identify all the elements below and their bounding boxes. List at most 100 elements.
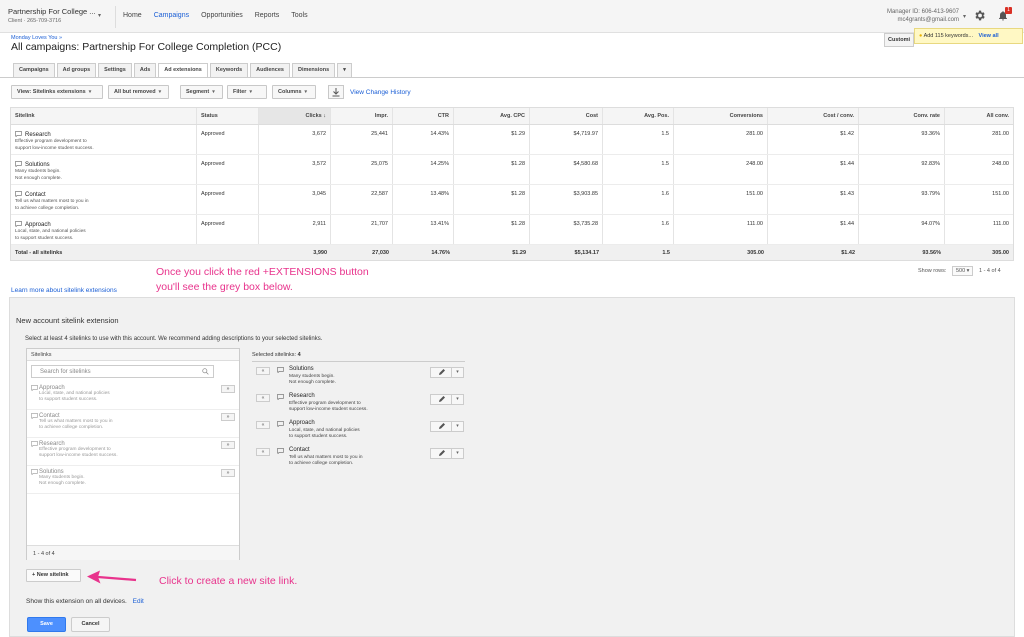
nav-campaigns[interactable]: Campaigns [154, 12, 189, 19]
cpc-cell: $1.28 [454, 185, 530, 214]
col-avg-cpc[interactable]: Avg. CPC [454, 108, 530, 124]
selected-item: « Contact Tell us what matters most to y… [256, 445, 466, 471]
tab-keywords[interactable]: Keywords [209, 63, 249, 77]
sitelink-desc: to support student success. [39, 397, 98, 402]
status-filter-dropdown[interactable]: All but removed ▾ [108, 85, 169, 99]
selected-divider [252, 361, 465, 362]
customize-button[interactable]: Customi [884, 33, 914, 47]
col-cost-per-conv[interactable]: Cost / conv. [768, 108, 859, 124]
pos-cell: 1.6 [603, 185, 674, 214]
account-switcher[interactable]: Partnership For College ... Client · 265… [8, 7, 96, 24]
download-button[interactable] [328, 85, 344, 99]
add-sitelink-button[interactable]: » [221, 385, 235, 393]
list-item: Approach Local, state, and national poli… [27, 382, 239, 410]
col-clicks[interactable]: Clicks ↓ [259, 108, 331, 124]
cost-conv-cell: $1.44 [768, 215, 859, 244]
tab-dimensions[interactable]: Dimensions [291, 63, 336, 77]
rows-per-page-select[interactable]: 500 ▾ [951, 266, 974, 276]
edit-devices-link[interactable]: Edit [133, 598, 144, 605]
remove-sitelink-button[interactable]: « [256, 421, 270, 429]
list-item: Research Effective program development t… [27, 438, 239, 466]
edit-sitelink-button[interactable] [430, 421, 452, 432]
view-all-link[interactable]: View all [979, 33, 999, 39]
edit-sitelink-button[interactable] [430, 367, 452, 378]
cost-conv-cell: $1.43 [768, 185, 859, 214]
sitelink-desc: Not enough complete. [15, 176, 62, 181]
nav-home[interactable]: Home [123, 12, 142, 19]
top-nav: Partnership For College ... Client · 265… [0, 0, 1024, 33]
nav-tools[interactable]: Tools [291, 12, 307, 19]
tab-campaigns[interactable]: Campaigns [13, 63, 55, 77]
col-cost[interactable]: Cost [530, 108, 603, 124]
sitelink-desc: to achieve college completion. [39, 425, 104, 430]
sitelink-cell[interactable]: Solutions Many students begin. Not enoug… [11, 155, 197, 184]
col-avg-pos[interactable]: Avg. Pos. [603, 108, 674, 124]
columns-dropdown[interactable]: Columns ▾ [272, 85, 316, 99]
remove-sitelink-button[interactable]: « [256, 448, 270, 456]
toolbar: View: Sitelinks extensions ▾ All but remo… [0, 82, 1024, 102]
chevron-down-icon[interactable]: ▾ [452, 448, 464, 459]
view-dropdown[interactable]: View: Sitelinks extensions ▾ [11, 85, 103, 99]
clicks-cell: 3,572 [259, 155, 331, 184]
chevron-down-icon[interactable]: ▾ [963, 13, 966, 20]
col-status[interactable]: Status [197, 108, 259, 124]
conv-cell: 281.00 [674, 125, 768, 154]
tab-ad-groups[interactable]: Ad groups [56, 63, 97, 77]
pencil-icon [439, 369, 445, 375]
learn-more-link[interactable]: Learn more about sitelink extensions [11, 287, 117, 294]
conv-cell: 151.00 [674, 185, 768, 214]
col-impr[interactable]: Impr. [331, 108, 393, 124]
sitelink-title[interactable]: Contact [25, 192, 46, 198]
sitelink-title[interactable]: Research [25, 132, 51, 138]
col-conv-rate[interactable]: Conv. rate [859, 108, 945, 124]
edit-sitelink-button[interactable] [430, 448, 452, 459]
sitelink-title[interactable]: Solutions [25, 162, 50, 168]
selected-item: « Solutions Many students begin. Not enou… [256, 364, 466, 390]
col-ctr[interactable]: CTR [393, 108, 454, 124]
tab-more[interactable]: ▾ [337, 63, 352, 77]
rows-per-page-value: 500 [955, 268, 966, 274]
col-all-conv[interactable]: All conv. [945, 108, 1013, 124]
edit-sitelink-button[interactable] [430, 394, 452, 405]
filter-dropdown[interactable]: Filter ▾ [227, 85, 267, 99]
cancel-button[interactable]: Cancel [71, 617, 110, 632]
chevron-down-icon[interactable]: ▾ [452, 367, 464, 378]
lightbulb-icon: ● [919, 33, 923, 39]
sitelink-cell[interactable]: Research Effective program development t… [11, 125, 197, 154]
search-input[interactable]: Search for sitelinks [31, 365, 214, 378]
add-sitelink-button[interactable]: » [221, 469, 235, 477]
tab-audiences[interactable]: Audiences [250, 63, 290, 77]
sitelink-cell[interactable]: Contact Tell us what matters most to you… [11, 185, 197, 214]
tab-settings[interactable]: Settings [98, 63, 132, 77]
add-sitelink-button[interactable]: » [221, 413, 235, 421]
col-sitelink[interactable]: Sitelink [11, 108, 197, 124]
manager-account[interactable]: Manager ID: 606-413-9607 mc4grants@gmail… [887, 9, 959, 23]
manager-id: Manager ID: 606-413-9607 [886, 9, 959, 15]
tab-ads[interactable]: Ads [133, 63, 157, 77]
filter-label: Filter [233, 89, 247, 95]
notice-text[interactable]: Add 115 keywords... [924, 33, 973, 39]
remove-sitelink-button[interactable]: « [256, 394, 270, 402]
pos-cell: 1.6 [603, 215, 674, 244]
new-sitelink-button[interactable]: + New sitelink [26, 569, 81, 582]
gear-icon[interactable] [973, 9, 986, 22]
chevron-down-icon[interactable]: ▾ [98, 12, 101, 19]
status-filter-label: All but removed [114, 89, 156, 95]
nav-opportunities[interactable]: Opportunities [201, 12, 243, 19]
total-all-conv: 305.00 [992, 250, 1009, 256]
total-conv: 305.00 [747, 250, 764, 256]
add-sitelink-button[interactable]: » [221, 441, 235, 449]
remove-sitelink-button[interactable]: « [256, 367, 270, 375]
nav-reports[interactable]: Reports [255, 12, 280, 19]
view-change-history-link[interactable]: View Change History [350, 89, 411, 96]
pencil-icon [439, 396, 445, 402]
sitelink-cell[interactable]: Approach Local, state, and national poli… [11, 215, 197, 244]
col-conversions[interactable]: Conversions [674, 108, 768, 124]
sitelink-title[interactable]: Approach [25, 222, 51, 228]
segment-dropdown[interactable]: Segment ▾ [180, 85, 223, 99]
tab-ad-extensions[interactable]: Ad extensions [158, 63, 208, 78]
total-pos: 1.5 [662, 250, 670, 256]
chevron-down-icon[interactable]: ▾ [452, 421, 464, 432]
save-button[interactable]: Save [27, 617, 66, 632]
chevron-down-icon[interactable]: ▾ [452, 394, 464, 405]
